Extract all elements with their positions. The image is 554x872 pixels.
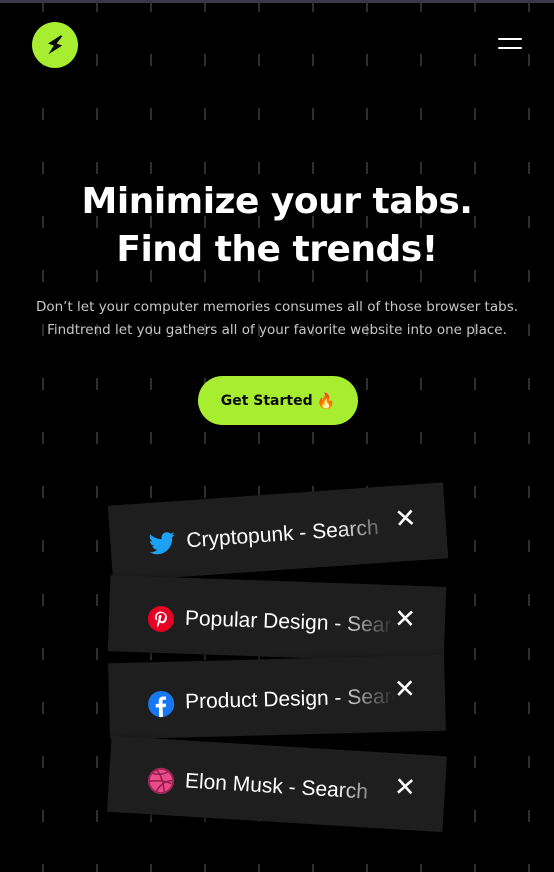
get-started-button[interactable]: Get Started 🔥 xyxy=(198,376,358,425)
hero-subtitle: Don’t let your computer memories consume… xyxy=(20,296,534,342)
hero-subtitle-line: Findtrend let you gathers all of your fa… xyxy=(47,322,507,338)
pinterest-icon xyxy=(146,604,175,633)
menu-bar xyxy=(498,38,522,40)
background-grid-line xyxy=(42,0,44,872)
browser-tab-card[interactable]: Product Design - Search ✕ xyxy=(108,654,446,740)
browser-tab-card[interactable]: Popular Design - Search ✕ xyxy=(107,575,447,663)
hero-title-line: Minimize your tabs. xyxy=(81,181,473,222)
background-grid-line xyxy=(528,0,530,872)
tab-title: Elon Musk - Search xyxy=(184,769,369,804)
menu-bar xyxy=(498,47,522,49)
twitter-icon xyxy=(148,529,178,559)
tab-title: Cryptopunk - Search xyxy=(185,516,380,553)
hamburger-menu-icon[interactable] xyxy=(498,38,522,54)
browser-tab-card[interactable]: Elon Musk - Search ✕ xyxy=(106,735,448,833)
top-border xyxy=(0,0,554,3)
background-grid-line xyxy=(312,0,314,872)
facebook-icon xyxy=(147,690,176,719)
logo[interactable] xyxy=(32,22,78,68)
tab-title: Product Design - Search xyxy=(184,684,396,714)
background-grid-line xyxy=(258,0,260,872)
close-icon[interactable]: ✕ xyxy=(393,503,419,534)
get-started-label: Get Started xyxy=(220,392,313,409)
tab-title: Popular Design - Search xyxy=(184,606,396,638)
hero-title: Minimize your tabs. Find the trends! xyxy=(0,178,554,274)
close-icon[interactable]: ✕ xyxy=(392,772,417,803)
dribbble-icon xyxy=(146,766,176,796)
background-grid-line xyxy=(420,0,422,872)
background-grid-line xyxy=(474,0,476,872)
hero-subtitle-line: Don’t let your computer memories consume… xyxy=(35,299,519,315)
lightning-bolt-icon xyxy=(48,35,63,55)
background-grid-line xyxy=(366,0,368,872)
fire-emoji-icon: 🔥 xyxy=(316,391,336,410)
background-grid-line xyxy=(96,0,98,872)
hero-title-line: Find the trends! xyxy=(116,229,438,270)
close-icon[interactable]: ✕ xyxy=(393,674,418,705)
close-icon[interactable]: ✕ xyxy=(393,604,418,635)
browser-tab-card[interactable]: Cryptopunk - Search ✕ xyxy=(107,482,449,582)
